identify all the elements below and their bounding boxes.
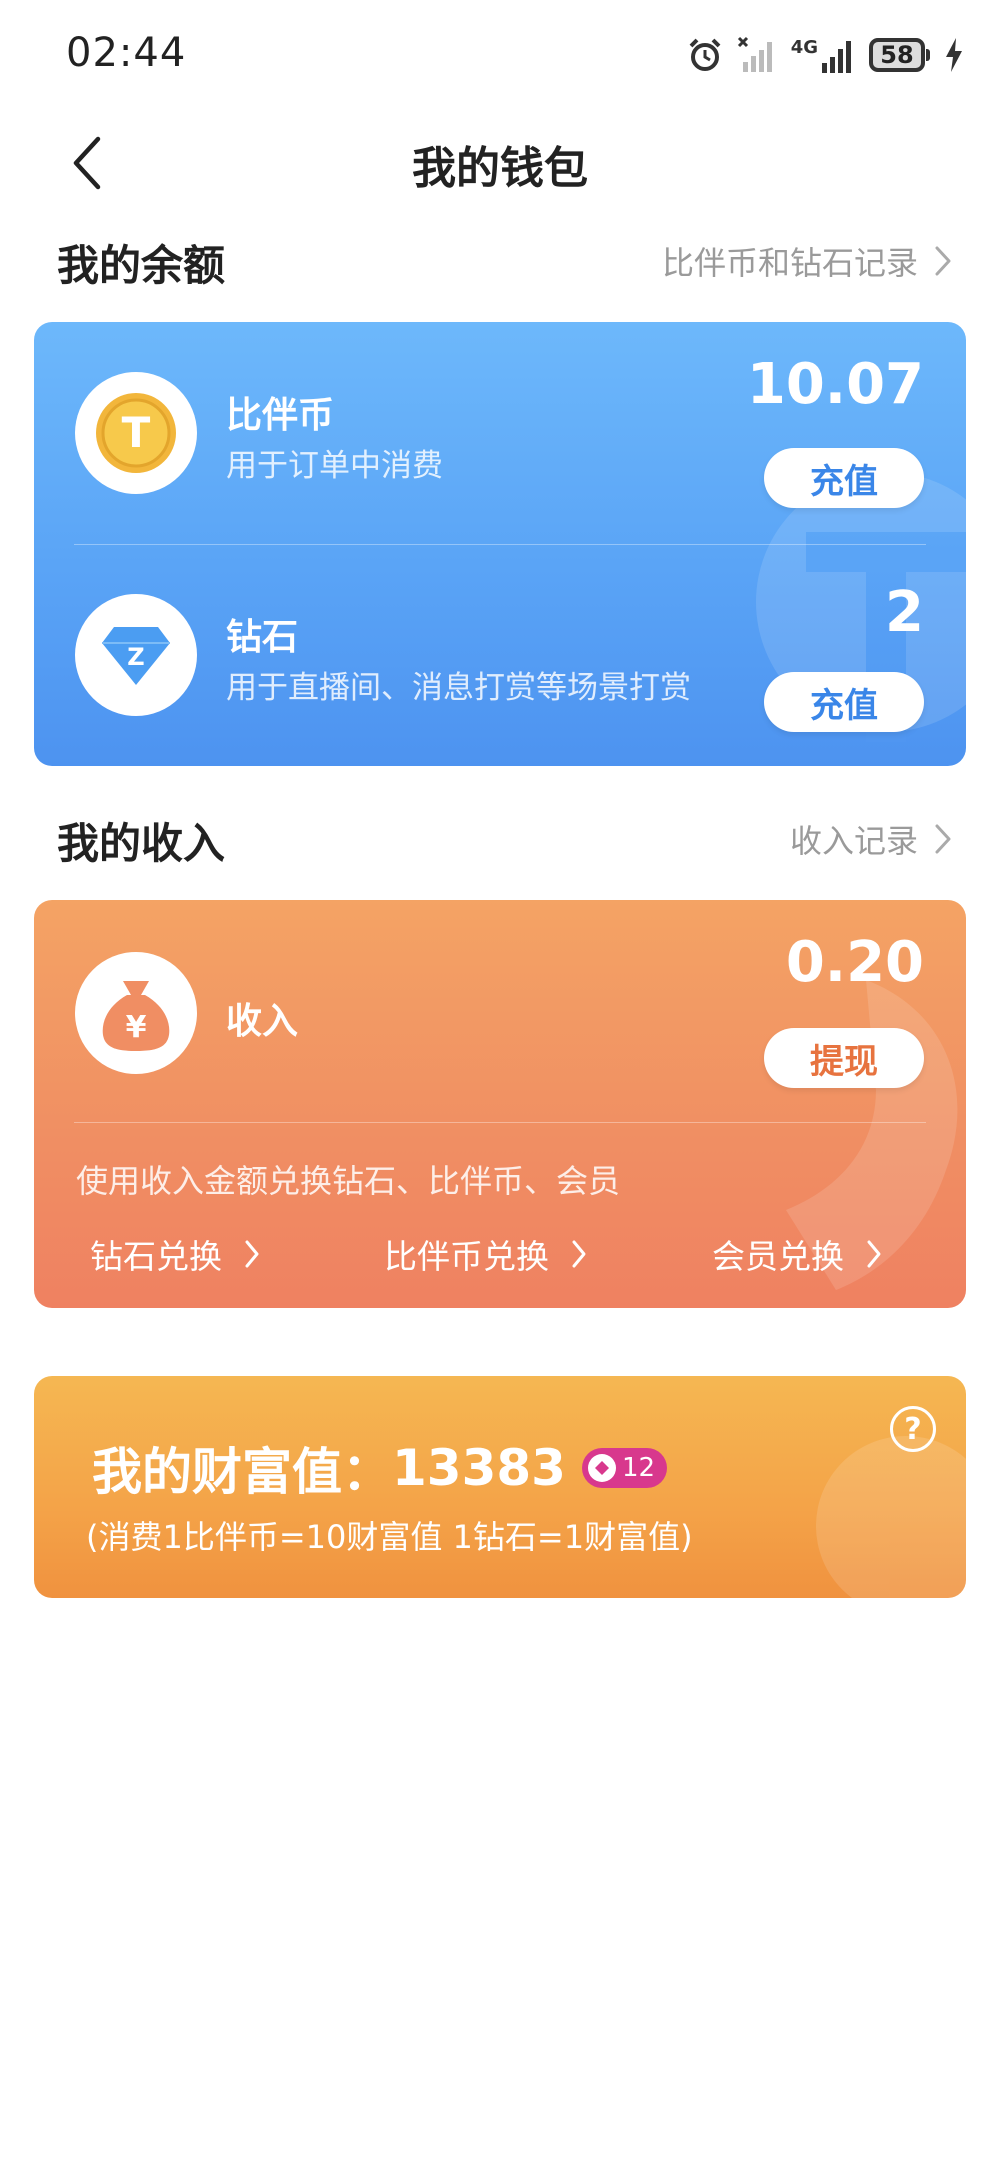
- battery-level: 58: [869, 38, 925, 72]
- income-divider: [74, 1122, 926, 1123]
- coin-icon-wrapper: T: [75, 372, 197, 494]
- wealth-level: 12: [621, 1453, 656, 1483]
- coin-icon: T: [96, 393, 176, 473]
- diamond-recharge-button[interactable]: 充值: [764, 672, 924, 732]
- svg-text:Z: Z: [127, 643, 144, 671]
- diamond-exchange-link[interactable]: 钻石兑换: [90, 1230, 260, 1278]
- diamond-icon-wrapper: Z: [75, 594, 197, 716]
- alarm-icon: [689, 38, 721, 71]
- page-title: 我的钱包: [412, 143, 588, 194]
- charging-icon: [946, 38, 962, 72]
- network-4g-icon: 4G: [791, 37, 855, 73]
- chevron-right-icon: [935, 246, 951, 276]
- balance-records-link[interactable]: 比伴币和钻石记录: [662, 238, 952, 284]
- wealth-note: (消费1比伴币=10财富值 1钻石=1财富值): [86, 1518, 693, 1556]
- income-amount: 0.20: [785, 930, 924, 995]
- exchange-note: 使用收入金额兑换钻石、比伴币、会员: [76, 1162, 621, 1200]
- network-type: 4G: [790, 37, 818, 58]
- wealth-level-badge: 12: [581, 1448, 668, 1488]
- diamond-name: 钻石: [226, 617, 299, 658]
- svg-text:T: T: [122, 408, 151, 457]
- wealth-card: ? 我的财富值： 13383 12 (消费1比伴币=10财富值 1钻石=1财富值…: [34, 1376, 966, 1598]
- income-section-title: 我的收入: [57, 819, 226, 868]
- balance-section-title: 我的余额: [57, 241, 226, 290]
- coin-exchange-link[interactable]: 比伴币兑换: [384, 1230, 587, 1278]
- svg-text:¥: ¥: [126, 1010, 147, 1045]
- balance-divider: [74, 544, 926, 545]
- income-card: ¥ 收入 0.20 提现 使用收入金额兑换钻石、比伴币、会员 钻石兑换 比伴币兑…: [34, 900, 966, 1308]
- status-icons: 4G 58: [687, 30, 964, 80]
- coin-exchange-label: 比伴币兑换: [384, 1237, 549, 1276]
- signal-weak-icon: [737, 36, 772, 72]
- income-records-label: 收入记录: [789, 822, 918, 860]
- vip-exchange-label: 会员兑换: [712, 1237, 844, 1276]
- wealth-label: 我的财富值：: [92, 1443, 392, 1501]
- badge-diamond-icon: [587, 1454, 616, 1482]
- coin-name: 比伴币: [226, 395, 335, 436]
- diamond-desc: 用于直播间、消息打赏等场景打赏: [226, 670, 691, 706]
- help-icon[interactable]: ?: [890, 1406, 936, 1452]
- card-watermark-icon: [816, 1436, 966, 1598]
- chevron-right-icon: [572, 1240, 586, 1268]
- diamond-amount: 2: [885, 580, 924, 645]
- vip-exchange-link[interactable]: 会员兑换: [712, 1230, 882, 1278]
- diamond-exchange-label: 钻石兑换: [90, 1237, 222, 1276]
- wealth-value: 13383: [392, 1439, 566, 1497]
- balance-records-label: 比伴币和钻石记录: [661, 244, 918, 282]
- coin-amount: 10.07: [746, 352, 924, 417]
- balance-card: T 比伴币 用于订单中消费 10.07 充值 Z 钻石 用于直播间、消息打赏等场…: [34, 322, 966, 766]
- coin-recharge-button[interactable]: 充值: [764, 448, 924, 508]
- status-time: 02:44: [66, 30, 187, 76]
- battery-icon: 58: [869, 38, 930, 72]
- money-bag-icon: ¥: [102, 981, 170, 1051]
- chevron-right-icon: [935, 824, 951, 854]
- diamond-icon: Z: [102, 627, 170, 685]
- income-records-link[interactable]: 收入记录: [790, 816, 952, 862]
- coin-desc: 用于订单中消费: [226, 448, 443, 484]
- withdraw-button[interactable]: 提现: [764, 1028, 924, 1088]
- income-name: 收入: [226, 1001, 299, 1042]
- wealth-title: 我的财富值： 13383 12: [92, 1432, 668, 1504]
- chevron-right-icon: [867, 1240, 881, 1268]
- income-icon-wrapper: ¥: [75, 952, 197, 1074]
- chevron-right-icon: [245, 1240, 259, 1268]
